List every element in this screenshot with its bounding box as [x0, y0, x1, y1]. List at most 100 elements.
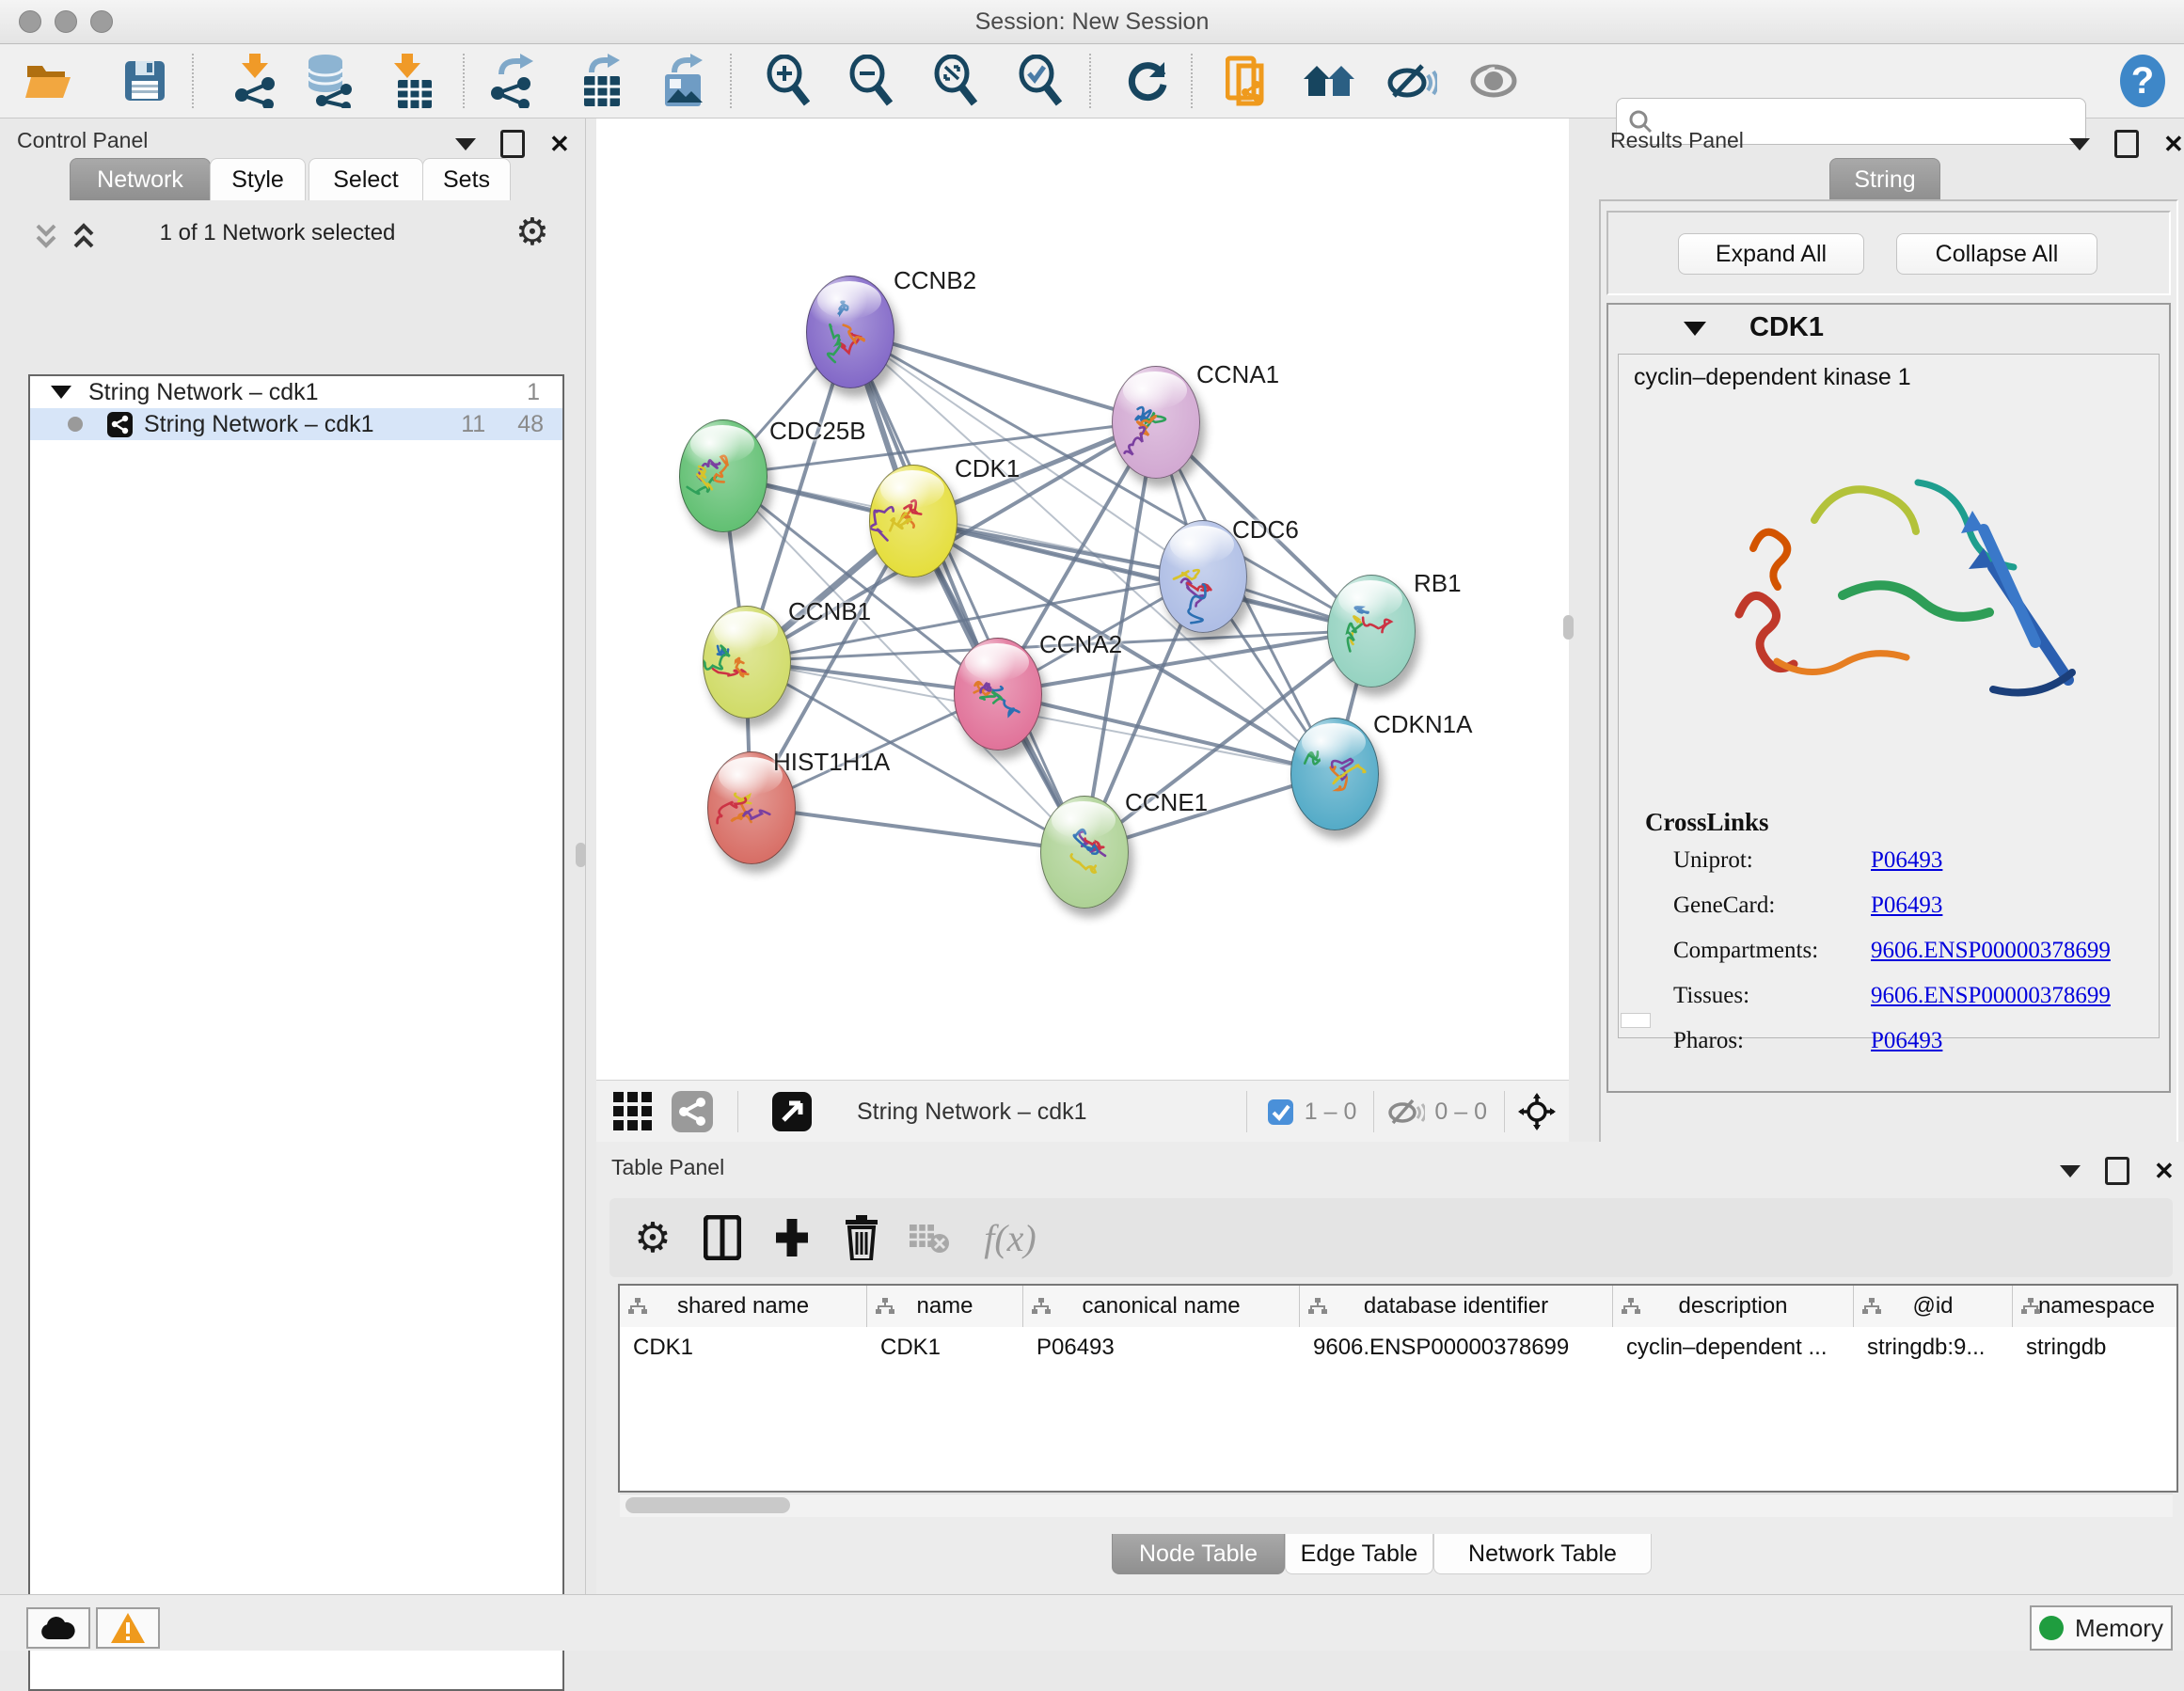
collection-expand-arrow-icon[interactable] — [51, 386, 71, 399]
zoom-in-button[interactable] — [758, 52, 818, 110]
network-row[interactable]: String Network – cdk1 11 48 — [30, 408, 562, 440]
protein-structure-image — [1701, 407, 2097, 765]
table-cell[interactable]: cyclin–dependent ... — [1613, 1329, 1853, 1367]
control-panel-close-button[interactable]: ✕ — [549, 134, 570, 153]
left-splitter-handle[interactable] — [576, 843, 586, 867]
table-cell[interactable]: P06493 — [1023, 1329, 1299, 1367]
hide-panel-button[interactable] — [1381, 52, 1441, 110]
expand-all-button[interactable]: Expand All — [1678, 233, 1864, 275]
memory-button[interactable]: Memory — [2030, 1605, 2173, 1651]
table-hscrollbar-thumb[interactable] — [625, 1497, 790, 1513]
protein-node-ccne1[interactable] — [1040, 796, 1129, 909]
import-network-file-button[interactable] — [226, 52, 286, 110]
column-type-icon — [2020, 1297, 2041, 1316]
tab-network-table[interactable]: Network Table — [1433, 1534, 1652, 1574]
table-hscrollbar[interactable] — [620, 1493, 2173, 1517]
home-layout-button[interactable] — [1300, 52, 1360, 110]
tab-select[interactable]: Select — [309, 158, 423, 200]
tab-style[interactable]: Style — [210, 158, 306, 200]
protein-node-cdk1[interactable] — [869, 465, 957, 577]
open-session-button[interactable] — [19, 52, 79, 110]
expand-all-networks-button[interactable] — [70, 222, 98, 252]
save-session-button[interactable] — [115, 52, 175, 110]
table-panel-float-button[interactable] — [2105, 1157, 2129, 1185]
crosslink-link[interactable]: P06493 — [1871, 847, 1942, 874]
table-gear-icon[interactable]: ⚙ — [626, 1213, 679, 1262]
show-columns-button[interactable] — [696, 1213, 749, 1262]
results-panel-menu-button[interactable] — [2069, 138, 2090, 150]
show-panel-button[interactable] — [1464, 52, 1524, 110]
column-header-id[interactable]: @id — [1854, 1286, 2013, 1327]
column-header-sharedname[interactable]: shared name — [620, 1286, 867, 1327]
results-panel-close-button[interactable]: ✕ — [2163, 134, 2184, 153]
crosslink-link[interactable]: 9606.ENSP00000378699 — [1871, 938, 2111, 964]
cloud-status-button[interactable] — [26, 1607, 90, 1649]
export-table-button[interactable] — [572, 52, 632, 110]
tab-string-results[interactable]: String — [1829, 158, 1940, 200]
tab-node-table[interactable]: Node Table — [1112, 1534, 1285, 1574]
tab-edge-table[interactable]: Edge Table — [1285, 1534, 1433, 1574]
open-folder-icon — [24, 60, 73, 102]
tab-sets[interactable]: Sets — [422, 158, 511, 200]
protein-node-ccnb1[interactable] — [703, 606, 791, 719]
protein-collapse-arrow-icon[interactable] — [1684, 322, 1706, 340]
results-hscrollbar-thumb[interactable] — [1621, 1013, 1651, 1028]
column-header-databaseidentifier[interactable]: database identifier — [1300, 1286, 1613, 1327]
table-cell[interactable]: 9606.ENSP00000378699 — [1300, 1329, 1612, 1367]
zoom-selected-button[interactable] — [1010, 52, 1070, 110]
node-label-hist1h1a: HIST1H1A — [773, 748, 890, 777]
protein-node-cdkn1a[interactable] — [1290, 718, 1379, 830]
delete-column-button[interactable] — [835, 1213, 888, 1262]
selected-checkbox-icon[interactable] — [1268, 1099, 1293, 1125]
control-panel-menu-button[interactable] — [455, 138, 476, 150]
column-header-namespace[interactable]: namespace — [2013, 1286, 2178, 1327]
control-panel-float-button[interactable] — [500, 130, 525, 158]
column-type-icon — [875, 1297, 895, 1316]
tab-network[interactable]: Network — [70, 158, 211, 200]
help-button[interactable]: ? — [2113, 52, 2173, 110]
collapse-all-networks-button[interactable] — [32, 222, 60, 252]
zoom-out-button[interactable] — [841, 52, 901, 110]
export-image-button[interactable] — [654, 52, 714, 110]
table-cell[interactable]: stringdb — [2013, 1329, 2178, 1367]
open-in-new-window-icon[interactable] — [772, 1092, 812, 1131]
column-header-name[interactable]: name — [867, 1286, 1023, 1327]
protein-node-ccna1[interactable] — [1112, 366, 1200, 479]
crosslink-link[interactable]: 9606.ENSP00000378699 — [1871, 983, 2111, 1009]
import-table-button[interactable] — [382, 52, 442, 110]
export-network-button[interactable] — [482, 52, 542, 110]
refresh-button[interactable] — [1117, 52, 1178, 110]
zoom-fit-button[interactable] — [926, 52, 986, 110]
table-cell[interactable]: CDK1 — [867, 1329, 1022, 1367]
network-collection-row[interactable]: String Network – cdk1 1 — [30, 376, 562, 408]
clone-network-button[interactable] — [1219, 52, 1279, 110]
collapse-all-button[interactable]: Collapse All — [1896, 233, 2097, 275]
table-panel-menu-button[interactable] — [2060, 1165, 2081, 1177]
protein-node-ccna2[interactable] — [954, 638, 1042, 751]
crosslink-link[interactable]: P06493 — [1871, 1028, 1942, 1054]
right-splitter-handle[interactable] — [1563, 615, 1574, 640]
title-bar: Session: New Session — [0, 0, 2184, 44]
warning-status-button[interactable] — [96, 1607, 160, 1649]
table-cell[interactable]: stringdb:9... — [1854, 1329, 2012, 1367]
grid-view-icon[interactable] — [611, 1090, 655, 1133]
node-label-cdkn1a: CDKN1A — [1373, 710, 1472, 739]
delete-table-button[interactable] — [903, 1213, 956, 1262]
protein-node-ccnb2[interactable] — [806, 276, 894, 388]
column-header-description[interactable]: description — [1613, 1286, 1854, 1327]
create-column-button[interactable] — [766, 1213, 818, 1262]
protein-result-card: CDK1 cyclin–dependent kinase 1 Cro — [1606, 303, 2171, 1093]
network-options-gear-icon[interactable]: ⚙ — [515, 211, 549, 254]
network-birdseye-icon[interactable] — [672, 1091, 713, 1132]
crosslink-link[interactable]: P06493 — [1871, 893, 1942, 919]
import-network-database-button[interactable] — [299, 52, 359, 110]
column-header-canonicalname[interactable]: canonical name — [1023, 1286, 1300, 1327]
hidden-eye-icon[interactable] — [1387, 1097, 1425, 1127]
results-panel-float-button[interactable] — [2114, 130, 2139, 158]
table-cell[interactable]: CDK1 — [620, 1329, 866, 1367]
protein-node-rb1[interactable] — [1327, 575, 1416, 687]
table-panel-close-button[interactable]: ✕ — [2154, 1162, 2175, 1180]
function-builder-button[interactable]: f(x) — [973, 1213, 1048, 1262]
fit-content-crosshair-icon[interactable] — [1518, 1093, 1556, 1130]
protein-node-cdc25b[interactable] — [679, 419, 768, 532]
